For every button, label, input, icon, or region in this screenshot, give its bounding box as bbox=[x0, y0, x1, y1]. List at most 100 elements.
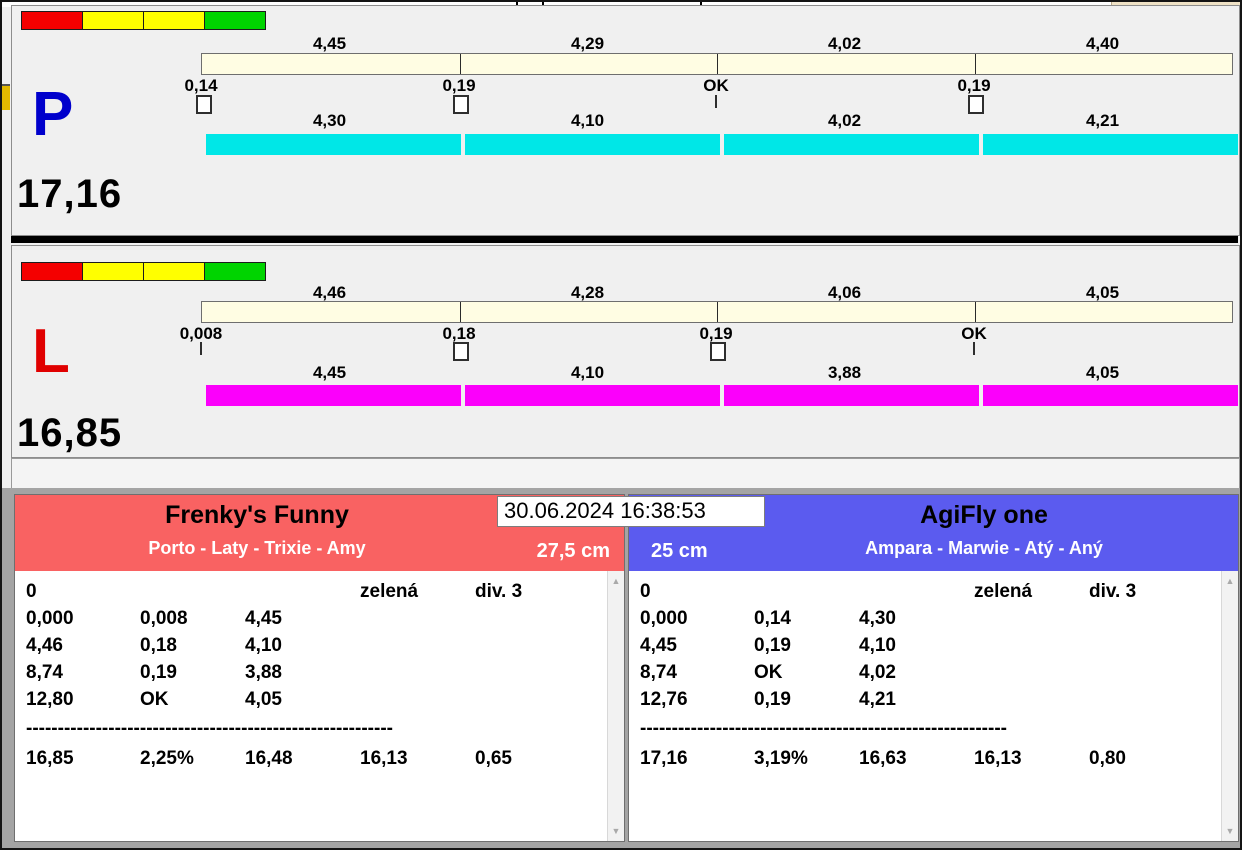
cell: 0,008 bbox=[140, 608, 188, 629]
team-members: Ampara - Marwie - Atý - Aný bbox=[865, 538, 1103, 558]
light-yellow-2 bbox=[143, 262, 205, 281]
cell: OK bbox=[140, 689, 169, 710]
run-progress-bar bbox=[206, 134, 1238, 155]
cell-empty bbox=[974, 686, 1089, 713]
total-time: 17,16 bbox=[17, 172, 123, 216]
status-row: 0 zelená div. 3 bbox=[15, 578, 624, 605]
segment-divider bbox=[974, 54, 976, 74]
cell: 4,02 bbox=[859, 662, 896, 683]
cell-empty bbox=[974, 659, 1089, 686]
scroll-down-icon[interactable]: ▼ bbox=[608, 826, 624, 836]
cell-empty bbox=[974, 605, 1089, 632]
run-segment bbox=[724, 134, 979, 155]
cell-empty bbox=[360, 605, 475, 632]
light-yellow-1 bbox=[82, 262, 144, 281]
cell-division: div. 3 bbox=[475, 581, 523, 602]
reference-bar bbox=[201, 53, 1233, 75]
cell-color: zelená bbox=[974, 581, 1033, 602]
run-segment bbox=[206, 385, 461, 406]
scroll-up-icon[interactable]: ▲ bbox=[608, 576, 624, 586]
cell: 4,10 bbox=[245, 635, 282, 656]
split-row: 12,80 OK 4,05 bbox=[15, 686, 624, 713]
exchange-delta-2: 0,19 bbox=[442, 76, 476, 95]
team-members: Porto - Laty - Trixie - Amy bbox=[148, 538, 366, 558]
scrollbar[interactable]: ▲ ▼ bbox=[1221, 571, 1238, 841]
split-row: 8,74 0,19 3,88 bbox=[15, 659, 624, 686]
cell: 4,46 bbox=[26, 635, 63, 656]
cell-empty bbox=[1089, 605, 1238, 632]
cell: 0,14 bbox=[754, 608, 791, 629]
ref-time-1: 4,46 bbox=[312, 283, 347, 302]
ref-time-3: 4,06 bbox=[827, 283, 862, 302]
light-yellow-1 bbox=[82, 11, 144, 30]
run-time-1: 4,30 bbox=[312, 111, 347, 130]
exchange-marker-box bbox=[453, 342, 469, 361]
split-row: 0,000 0,008 4,45 bbox=[15, 605, 624, 632]
cell-empty bbox=[360, 686, 475, 713]
split-row: 4,46 0,18 4,10 bbox=[15, 632, 624, 659]
segment-divider bbox=[459, 54, 461, 74]
status-row: 0 zelená div. 3 bbox=[629, 578, 1238, 605]
separator-row: ----------------------------------------… bbox=[26, 718, 393, 739]
run-segment bbox=[465, 134, 720, 155]
cell-empty bbox=[859, 578, 974, 605]
cell: 4,45 bbox=[245, 608, 282, 629]
run-time-3: 4,02 bbox=[827, 111, 862, 130]
cell-faults: 0 bbox=[26, 581, 37, 602]
run-segment bbox=[983, 134, 1238, 155]
light-yellow-2 bbox=[143, 11, 205, 30]
team-name: AgiFly one bbox=[920, 501, 1048, 529]
run-time-2: 4,10 bbox=[570, 111, 605, 130]
jump-height: 25 cm bbox=[651, 540, 708, 562]
segment-divider bbox=[974, 302, 976, 322]
total-time: 16,85 bbox=[17, 411, 123, 455]
split-row: 8,74 OK 4,02 bbox=[629, 659, 1238, 686]
cell-faults: 0 bbox=[640, 581, 651, 602]
cell: 4,05 bbox=[245, 689, 282, 710]
run-segment bbox=[983, 385, 1238, 406]
background-window-edge-icon bbox=[2, 84, 10, 110]
team-results: 0 zelená div. 3 0,000 0,14 4,30 4,45 0,1… bbox=[629, 571, 1238, 841]
cell-empty bbox=[1089, 632, 1238, 659]
segment-divider bbox=[717, 302, 718, 322]
run-segment bbox=[206, 134, 461, 155]
light-green bbox=[204, 11, 266, 30]
cell: 0,000 bbox=[640, 608, 688, 629]
exchange-delta-1: 0,14 bbox=[184, 76, 218, 95]
cell-empty bbox=[475, 632, 624, 659]
cell: 12,76 bbox=[640, 689, 688, 710]
ref-time-4: 4,40 bbox=[1085, 34, 1120, 53]
run-segment bbox=[465, 385, 720, 406]
ref-time-3: 4,02 bbox=[827, 34, 862, 53]
light-red bbox=[21, 262, 83, 281]
course-letter: P bbox=[32, 80, 74, 149]
cell: 8,74 bbox=[640, 662, 677, 683]
start-light-bar bbox=[21, 262, 266, 281]
cell-empty bbox=[974, 632, 1089, 659]
cell-empty bbox=[475, 605, 624, 632]
cell-empty bbox=[1089, 686, 1238, 713]
cell-empty bbox=[475, 686, 624, 713]
split-row: 12,76 0,19 4,21 bbox=[629, 686, 1238, 713]
run-progress-bar bbox=[206, 385, 1238, 406]
timer-panel-l: 4,46 4,28 4,06 4,05 0,008 0,18 0,19 OK 4… bbox=[11, 245, 1240, 458]
cell-empty bbox=[360, 659, 475, 686]
exchange-delta-1: 0,008 bbox=[179, 324, 223, 343]
exchange-delta-2: 0,18 bbox=[442, 324, 476, 343]
scrollbar[interactable]: ▲ ▼ bbox=[607, 571, 624, 841]
status-strip bbox=[11, 458, 1240, 490]
team-results: 0 zelená div. 3 0,000 0,008 4,45 4,46 0,… bbox=[15, 571, 624, 841]
exchange-delta-4: 0,19 bbox=[957, 76, 991, 95]
cell-empty bbox=[140, 578, 245, 605]
cell: OK bbox=[754, 662, 783, 683]
ref-time-4: 4,05 bbox=[1085, 283, 1120, 302]
run-time-4: 4,21 bbox=[1085, 111, 1120, 130]
light-green bbox=[204, 262, 266, 281]
cell-percent: 3,19% bbox=[754, 748, 808, 769]
scroll-down-icon[interactable]: ▼ bbox=[1222, 826, 1238, 836]
course-letter: L bbox=[32, 317, 70, 386]
summary-row: 17,16 3,19% 16,63 16,13 0,80 bbox=[629, 745, 1238, 772]
cell: 0,19 bbox=[140, 662, 177, 683]
scroll-up-icon[interactable]: ▲ bbox=[1222, 576, 1238, 586]
cell-total-time: 17,16 bbox=[640, 748, 688, 769]
